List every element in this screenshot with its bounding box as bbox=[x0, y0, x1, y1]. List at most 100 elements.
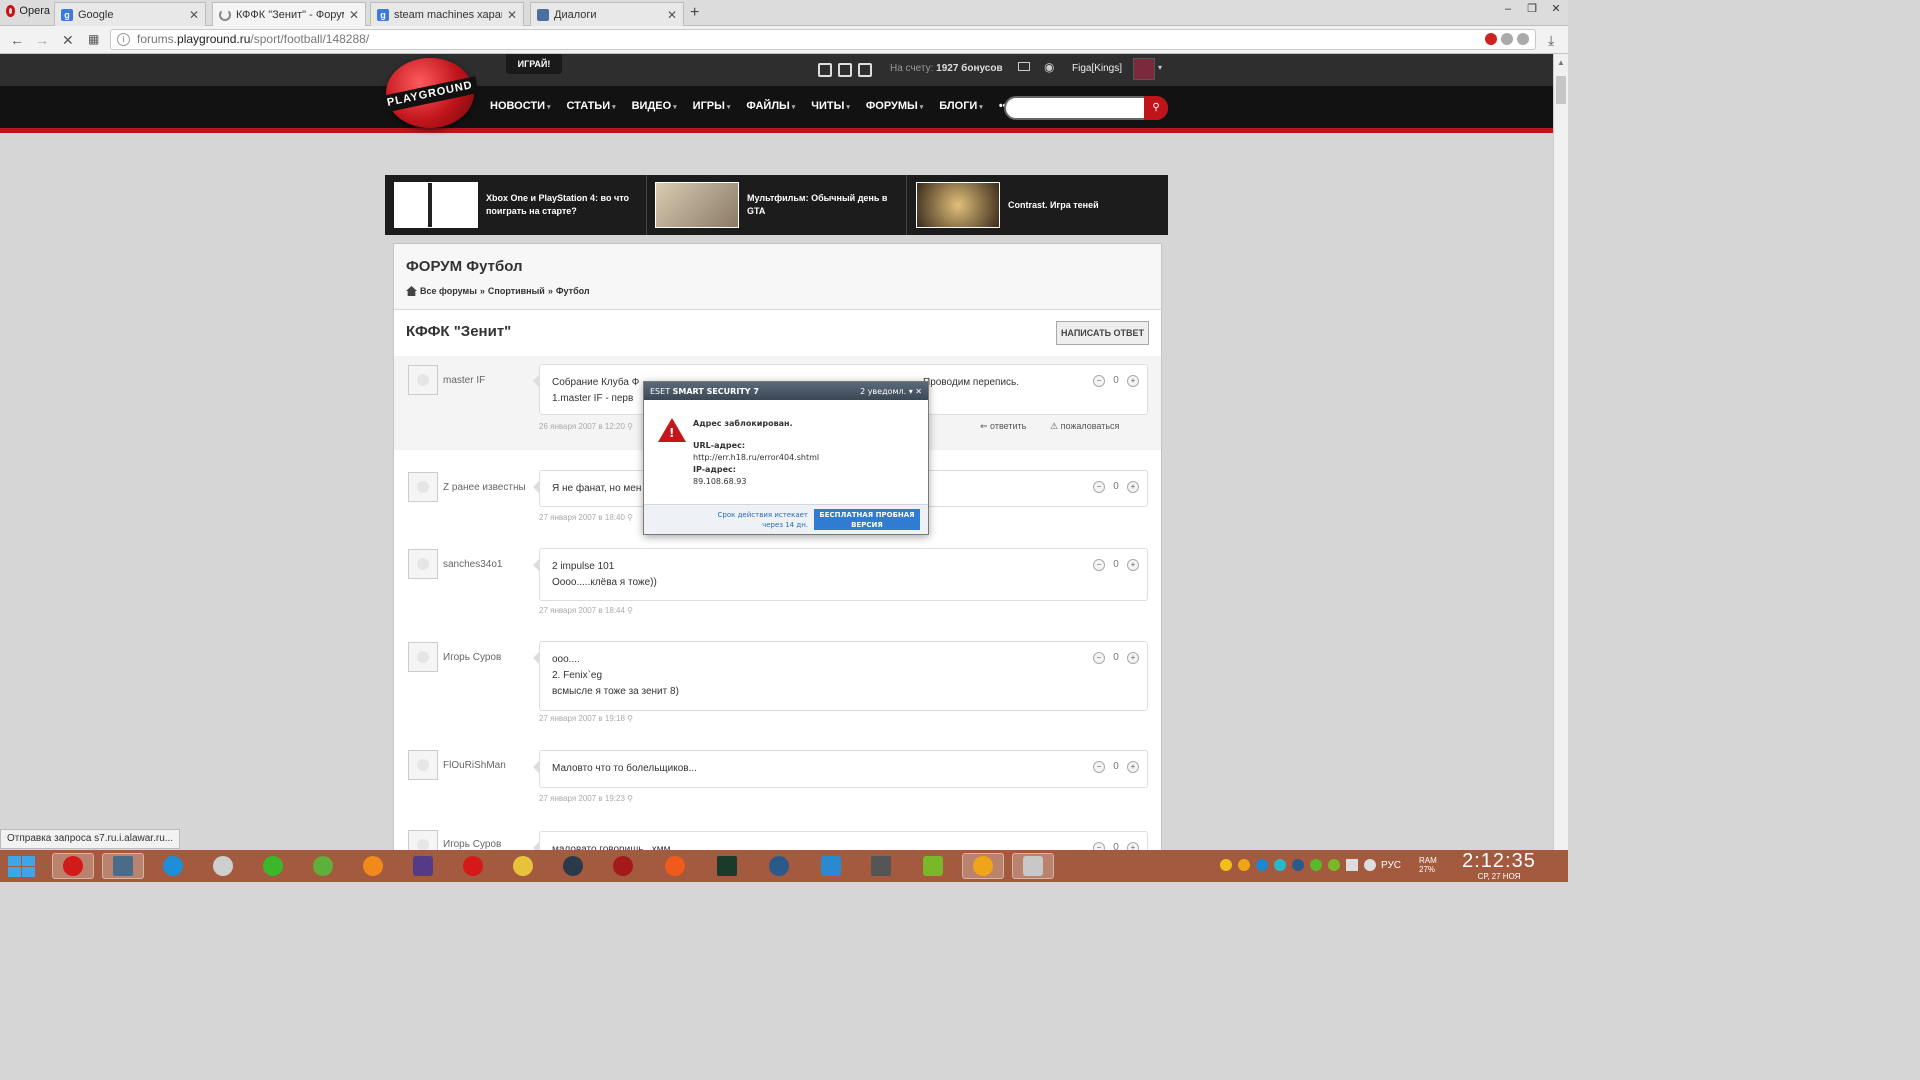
tray-icon[interactable] bbox=[1274, 859, 1286, 871]
clock[interactable]: 2:12:35 СР, 27 НОЯ bbox=[1457, 850, 1541, 881]
vote-down-button[interactable]: − bbox=[1093, 375, 1105, 387]
featured-item[interactable]: Мультфильм: Обычный день в GTA bbox=[655, 182, 907, 228]
home-icon[interactable] bbox=[406, 286, 417, 296]
nav-articles[interactable]: СТАТЬИ bbox=[567, 100, 616, 112]
taskbar-app[interactable] bbox=[706, 853, 748, 879]
taskbar-app[interactable] bbox=[252, 853, 294, 879]
taskbar-app[interactable] bbox=[102, 853, 144, 879]
vote-down-button[interactable]: − bbox=[1093, 652, 1105, 664]
breadcrumb-sport[interactable]: Спортивный bbox=[488, 286, 545, 296]
tab-forum[interactable]: КФФК "Зенит" - Форумы ✕ bbox=[212, 2, 366, 26]
nav-games[interactable]: ИГРЫ bbox=[693, 100, 731, 112]
taskbar-app[interactable] bbox=[962, 853, 1004, 879]
taskbar-app[interactable] bbox=[912, 853, 954, 879]
close-tab-icon[interactable]: ✕ bbox=[189, 8, 199, 22]
forward-button[interactable]: → bbox=[35, 32, 49, 48]
close-icon[interactable]: ✕ bbox=[915, 387, 922, 396]
taskbar-app[interactable] bbox=[602, 853, 644, 879]
start-button[interactable] bbox=[6, 855, 36, 877]
vote-up-button[interactable]: + bbox=[1127, 375, 1139, 387]
reply-link[interactable]: ⇐ ответить bbox=[980, 421, 1026, 432]
taskbar-app[interactable] bbox=[552, 853, 594, 879]
taskbar-app[interactable] bbox=[860, 853, 902, 879]
chevron-down-icon[interactable]: ▾ bbox=[1158, 63, 1162, 72]
edit-icon[interactable] bbox=[838, 63, 852, 77]
taskbar-opera[interactable] bbox=[52, 853, 94, 879]
vote-up-button[interactable]: + bbox=[1127, 559, 1139, 571]
nav-news[interactable]: НОВОСТИ bbox=[490, 100, 551, 112]
feed-icon[interactable]: ◉ bbox=[1044, 60, 1054, 74]
taskbar-app[interactable] bbox=[352, 853, 394, 879]
avatar[interactable] bbox=[408, 750, 438, 780]
scroll-up-icon[interactable]: ▲ bbox=[1557, 58, 1565, 67]
site-logo[interactable]: PLAYGROUND bbox=[381, 58, 479, 128]
tray-icon[interactable] bbox=[1310, 859, 1322, 871]
tab-dialogs[interactable]: Диалоги ✕ bbox=[530, 2, 684, 26]
tab-google[interactable]: g Google ✕ bbox=[54, 2, 206, 26]
post-author[interactable]: Z ранее известны bbox=[443, 482, 526, 493]
taskbar-app[interactable] bbox=[810, 853, 852, 879]
users-icon[interactable] bbox=[858, 63, 872, 77]
breadcrumb-all-forums[interactable]: Все форумы bbox=[420, 286, 477, 296]
minimize-button[interactable]: – bbox=[1496, 0, 1520, 18]
vote-up-button[interactable]: + bbox=[1127, 761, 1139, 773]
vote-down-button[interactable]: − bbox=[1093, 559, 1105, 571]
taskbar-app[interactable] bbox=[152, 853, 194, 879]
speed-dial-icon[interactable]: ▦ bbox=[88, 32, 99, 46]
taskbar-app[interactable] bbox=[502, 853, 544, 879]
chevron-down-icon[interactable]: ▾ bbox=[909, 387, 913, 396]
tab-steam-machines[interactable]: g steam machines характер ✕ bbox=[370, 2, 524, 26]
bookmark-heart-icon[interactable] bbox=[1517, 33, 1529, 45]
tray-icon[interactable] bbox=[1220, 859, 1232, 871]
language-indicator[interactable]: РУС bbox=[1381, 860, 1401, 871]
volume-icon[interactable] bbox=[1364, 859, 1376, 871]
post-author[interactable]: sanches34o1 bbox=[443, 559, 503, 570]
scrollbar-thumb[interactable] bbox=[1556, 76, 1566, 104]
nav-forums[interactable]: ФОРУМЫ bbox=[866, 100, 923, 112]
taskbar-app[interactable] bbox=[758, 853, 800, 879]
username[interactable]: Figa[Kings] bbox=[1072, 63, 1122, 74]
nav-video[interactable]: ВИДЕО bbox=[632, 100, 677, 112]
new-tab-button[interactable]: + bbox=[690, 4, 699, 22]
avatar[interactable] bbox=[408, 642, 438, 672]
url-field[interactable]: i forums.playground.ru/sport/football/14… bbox=[110, 29, 1536, 50]
featured-item[interactable]: Contrast. Игра теней bbox=[916, 182, 1158, 228]
nav-blogs[interactable]: БЛОГИ bbox=[939, 100, 983, 112]
tray-icon[interactable] bbox=[1238, 859, 1250, 871]
play-button[interactable]: ИГРАЙ! bbox=[506, 54, 562, 74]
page-scrollbar[interactable]: ▲ bbox=[1553, 54, 1568, 850]
featured-item[interactable]: Xbox One и PlayStation 4: во что поиграт… bbox=[394, 182, 636, 228]
taskbar-app[interactable] bbox=[654, 853, 696, 879]
write-reply-button[interactable]: НАПИСАТЬ ОТВЕТ bbox=[1056, 321, 1149, 345]
close-window-button[interactable]: ✕ bbox=[1544, 0, 1568, 18]
avatar[interactable] bbox=[408, 472, 438, 502]
avatar[interactable] bbox=[1133, 58, 1155, 80]
close-tab-icon[interactable]: ✕ bbox=[349, 8, 359, 22]
notifications-count[interactable]: 2 уведомл. bbox=[860, 387, 906, 396]
post-author[interactable]: Игорь Суров bbox=[443, 652, 501, 663]
avatar[interactable] bbox=[408, 365, 438, 395]
download-icon[interactable]: ⤓ bbox=[1548, 32, 1554, 49]
back-button[interactable]: ← bbox=[10, 32, 24, 48]
opera-menu-button[interactable]: Opera bbox=[0, 0, 50, 22]
vote-down-button[interactable]: − bbox=[1093, 481, 1105, 493]
taskbar-app[interactable] bbox=[402, 853, 444, 879]
tray-icon[interactable] bbox=[1292, 859, 1304, 871]
network-icon[interactable] bbox=[1346, 859, 1358, 871]
vote-up-button[interactable]: + bbox=[1127, 652, 1139, 664]
site-search-input[interactable]: ⚲ bbox=[1004, 96, 1168, 120]
nav-files[interactable]: ФАЙЛЫ bbox=[746, 100, 795, 112]
tray-icon[interactable] bbox=[1256, 859, 1268, 871]
shield-icon[interactable] bbox=[1501, 33, 1513, 45]
stop-loading-button[interactable]: ✕ bbox=[62, 32, 74, 49]
nav-cheats[interactable]: ЧИТЫ bbox=[811, 100, 850, 112]
avatar[interactable] bbox=[408, 549, 438, 579]
free-trial-button[interactable]: БЕСПЛАТНАЯ ПРОБНАЯ ВЕРСИЯ bbox=[814, 509, 920, 530]
report-link[interactable]: ⚠ пожаловаться bbox=[1050, 421, 1119, 432]
taskbar-app[interactable] bbox=[1012, 853, 1054, 879]
post-author[interactable]: FlOuRiShMan bbox=[443, 760, 506, 771]
film-icon[interactable] bbox=[818, 63, 832, 77]
adblock-icon[interactable] bbox=[1485, 33, 1497, 45]
search-icon[interactable]: ⚲ bbox=[1144, 96, 1168, 120]
close-tab-icon[interactable]: ✕ bbox=[507, 8, 517, 22]
